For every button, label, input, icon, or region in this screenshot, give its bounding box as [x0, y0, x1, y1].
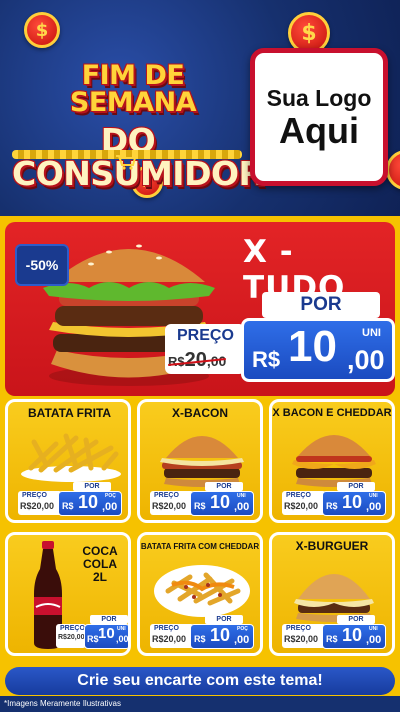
product-name: BATATA FRITA COM CHEDDAR: [140, 542, 260, 551]
new-price: R$ 10,00 UNI: [190, 491, 254, 516]
new-price: R$ 10,00 POÇ: [58, 491, 122, 516]
product-name: X BACON E CHEDDAR: [272, 407, 392, 419]
logo-line1: Sua Logo: [266, 84, 372, 111]
campaign-title-line1: FIM DE SEMANA: [69, 60, 197, 118]
cta-banner[interactable]: Crie seu encarte com este tema!: [5, 667, 395, 695]
product-card: X BACON E CHEDDAR PREÇO R$20,00 POR R$ 10,…: [269, 399, 395, 523]
burger-image: [294, 574, 374, 622]
hero-preco-label: PREÇO: [177, 327, 234, 344]
price-tag: PREÇO R$20,00 POR R$ 10,00 UNI: [150, 482, 254, 516]
hero-price-int: 10: [288, 322, 337, 371]
product-name: COCA COLA 2L: [82, 544, 118, 585]
hero-old-price-box: PREÇO R$20,00: [165, 324, 245, 374]
fries-image: [21, 433, 121, 482]
product-card: BATATA FRITA PREÇO R$20,00 POR R$ 10,00 POÇ: [5, 399, 131, 523]
product-card: BATATA FRITA COM CHEDDAR PREÇO R$20,00 PO…: [137, 532, 263, 656]
hero-new-price: R$ 10 ,00 UNI: [241, 318, 395, 382]
new-price: R$ 10,00 UNI: [322, 624, 386, 649]
product-card: COCA COLA 2L PREÇO R$20,00 POR R$ 10,00 UNI: [5, 532, 131, 656]
coin-icon: $: [24, 12, 60, 48]
hero-currency: R$: [252, 347, 281, 372]
new-price: R$ 10,00 UNI: [322, 491, 386, 516]
burger-image: [160, 436, 244, 487]
burger-image: [292, 435, 376, 487]
logo-placeholder: Sua Logo Aqui: [250, 48, 388, 186]
product-card: X-BURGUER PREÇO R$20,00 POR R$ 10,00 UNI: [269, 532, 395, 656]
header-banner: $ $ $ $ FIM DE SEMANA DO CONSUMIDOR Sua …: [0, 0, 400, 216]
hero-por-label: POR: [262, 292, 380, 318]
discount-badge: -50%: [15, 244, 69, 286]
product-card: X-BACON PREÇO R$20,00 POR R$ 10,00 UNI: [137, 399, 263, 523]
price-tag: PREÇO R$20,00 POR R$ 10,00 UNI: [282, 615, 386, 649]
campaign-title: FIM DE SEMANA DO CONSUMIDOR: [12, 60, 264, 190]
product-name: X-BACON: [172, 406, 228, 420]
hero-offer: -50% X - TUDO POR PREÇO R$20,00 R$ 10 ,0…: [5, 222, 395, 396]
hero-old-price: R$20,00: [168, 349, 227, 371]
price-tag: PREÇO R$20,00 POR R$ 10,00 UNI: [56, 615, 128, 649]
coin-icon: $: [386, 150, 400, 190]
product-name: BATATA FRITA: [28, 406, 112, 420]
new-price: R$ 10,00 UNI: [84, 624, 128, 649]
price-tag: PREÇO R$20,00 POR R$ 10,00 UNI: [282, 482, 386, 516]
shopping-cart-icon: [115, 154, 137, 170]
offers-area: -50% X - TUDO POR PREÇO R$20,00 R$ 10 ,0…: [0, 216, 400, 712]
cheddar-fries-image: [154, 565, 250, 617]
hero-unit: UNI: [362, 327, 381, 339]
logo-line2: Aqui: [279, 109, 359, 151]
hero-price-dec: ,00: [347, 345, 385, 375]
new-price: R$ 10,00 POÇ: [190, 624, 254, 649]
price-tag: PREÇO R$20,00 POR R$ 10,00 POÇ: [150, 615, 254, 649]
price-tag: PREÇO R$20,00 POR R$ 10,00 POÇ: [18, 482, 122, 516]
product-name: X-BURGUER: [295, 539, 369, 553]
footer-disclaimer: *Imagens Meramente Ilustrativas: [0, 696, 400, 712]
